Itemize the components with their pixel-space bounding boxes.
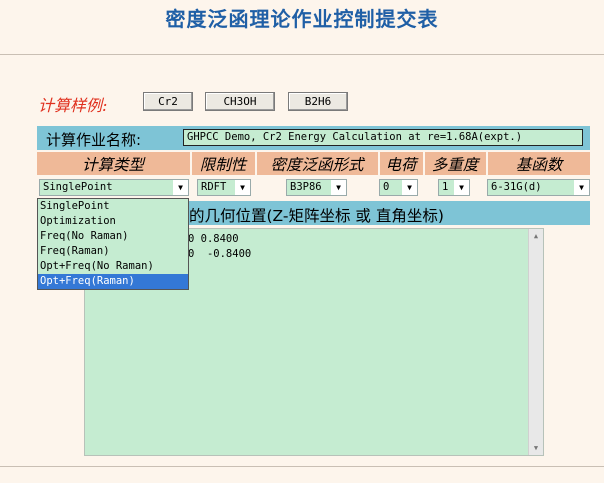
calc-type-select[interactable]: SinglePoint ▼ xyxy=(39,179,189,196)
multiplicity-select[interactable]: 1 ▼ xyxy=(438,179,470,196)
chevron-down-icon[interactable]: ▼ xyxy=(173,180,188,195)
functional-value: B3P86 xyxy=(290,181,322,193)
calc-type-value: SinglePoint xyxy=(43,181,113,193)
chevron-down-icon[interactable]: ▼ xyxy=(331,180,346,195)
job-name-input[interactable]: GHPCC Demo, Cr2 Energy Calculation at re… xyxy=(183,129,583,146)
examples-label: 计算样例: xyxy=(38,96,108,115)
header-multiplicity: 多重度 xyxy=(431,156,479,174)
functional-select[interactable]: B3P86 ▼ xyxy=(286,179,347,196)
multiplicity-value: 1 xyxy=(442,181,449,193)
top-divider xyxy=(0,54,604,55)
parameter-header-row: 计算类型 限制性 密度泛函形式 电荷 多重度 基函数 xyxy=(37,152,590,175)
dropdown-option[interactable]: SinglePoint xyxy=(38,199,188,214)
header-functional: 密度泛函形式 xyxy=(270,156,364,174)
dropdown-option[interactable]: Freq(No Raman) xyxy=(38,229,188,244)
arrow-down-icon[interactable]: ▼ xyxy=(529,441,543,455)
example-cr2-button[interactable]: Cr2 xyxy=(143,92,193,111)
header-charge: 电荷 xyxy=(385,156,417,174)
header-basis: 基函数 xyxy=(515,156,563,174)
dropdown-option[interactable]: Freq(Raman) xyxy=(38,244,188,259)
charge-value: 0 xyxy=(383,181,390,193)
geometry-line: 0 0.8400 xyxy=(188,233,239,245)
bottom-divider xyxy=(0,466,604,467)
example-ch3oh-button[interactable]: CH3OH xyxy=(205,92,275,111)
restriction-value: RDFT xyxy=(201,181,227,193)
header-calc-type: 计算类型 xyxy=(81,156,144,174)
job-name-label: 计算作业名称: xyxy=(46,131,142,149)
chevron-down-icon[interactable]: ▼ xyxy=(574,180,589,195)
basis-value: 6-31G(d) xyxy=(491,181,542,193)
page-title: 密度泛函理论作业控制提交表 xyxy=(165,7,439,31)
chevron-down-icon[interactable]: ▼ xyxy=(454,180,469,195)
dropdown-option-highlighted[interactable]: Opt+Freq(Raman) xyxy=(38,274,188,289)
calc-type-dropdown[interactable]: SinglePoint Optimization Freq(No Raman) … xyxy=(37,198,189,290)
basis-select[interactable]: 6-31G(d) ▼ xyxy=(487,179,590,196)
example-b2h6-button[interactable]: B2H6 xyxy=(288,92,348,111)
geometry-label: 的几何位置(Z-矩阵坐标 或 直角坐标) xyxy=(189,207,444,225)
header-restriction: 限制性 xyxy=(199,156,247,174)
chevron-down-icon[interactable]: ▼ xyxy=(235,180,250,195)
chevron-down-icon[interactable]: ▼ xyxy=(402,180,417,195)
vertical-scrollbar[interactable]: ▲ ▼ xyxy=(528,229,543,455)
charge-select[interactable]: 0 ▼ xyxy=(379,179,418,196)
dropdown-option[interactable]: Optimization xyxy=(38,214,188,229)
arrow-up-icon[interactable]: ▲ xyxy=(529,229,543,243)
restriction-select[interactable]: RDFT ▼ xyxy=(197,179,251,196)
job-name-row: 计算作业名称: GHPCC Demo, Cr2 Energy Calculati… xyxy=(37,126,590,150)
geometry-line: 0 -0.8400 xyxy=(188,248,252,260)
dropdown-option[interactable]: Opt+Freq(No Raman) xyxy=(38,259,188,274)
